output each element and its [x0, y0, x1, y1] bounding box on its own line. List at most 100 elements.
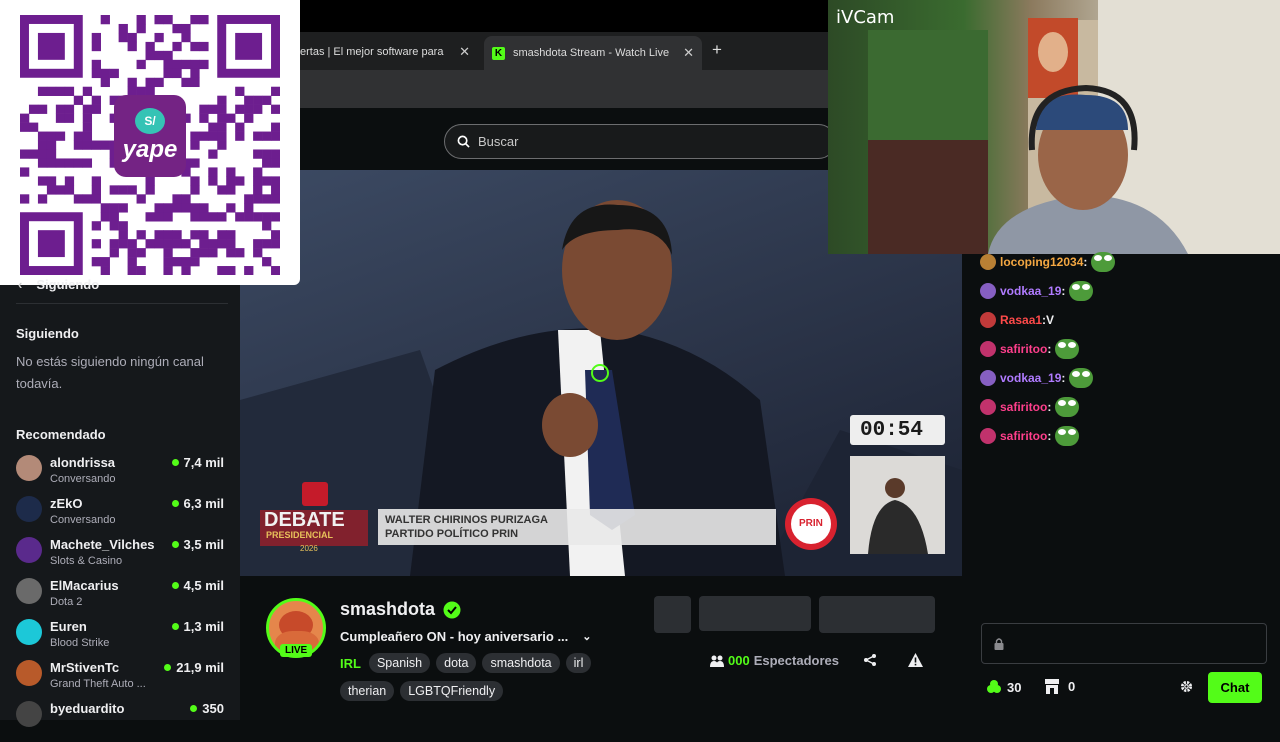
points-display[interactable]: 30 [986, 679, 1021, 695]
tag[interactable]: therian [340, 681, 395, 701]
user-badge-icon [980, 253, 996, 270]
viewer-count-text: 21,9 mil [176, 660, 224, 675]
live-dot-icon [171, 500, 179, 507]
share-icon[interactable] [863, 653, 877, 672]
sidebar-following-header[interactable]: ‹ Siguiendo [18, 277, 99, 292]
close-icon[interactable]: ✕ [459, 44, 470, 60]
send-chat-button[interactable]: Chat [1208, 672, 1262, 703]
avatar [16, 701, 42, 727]
stream-title: Cumpleañero ON - hoy aniversario ... [340, 629, 569, 644]
sidebar-channel-item[interactable]: ElMacarius Dota 2 4,5 mil [16, 578, 224, 619]
subscribe-button-placeholder[interactable] [819, 596, 935, 633]
yape-logo: S/ yape [114, 95, 186, 177]
viewer-count: 21,9 mil [164, 660, 224, 675]
browser-tab-kick[interactable]: K smashdota Stream - Watch Live ✕ [484, 36, 702, 70]
lower-third-party: PARTIDO POLÍTICO PRIN [385, 528, 519, 540]
pepe-emote-icon [1055, 338, 1080, 359]
report-icon[interactable] [908, 653, 923, 672]
gear-icon[interactable] [1180, 680, 1193, 698]
chat-username[interactable]: vodkaa_19 [1000, 371, 1061, 385]
pepe-emote-icon [1091, 251, 1116, 272]
chat-message: vodkaa_19: [980, 363, 1270, 392]
lower-third-name: WALTER CHIRINOS PURIZAGA [385, 514, 548, 526]
channel-text: Euren Blood Strike [50, 619, 109, 651]
chat-messages: locoping12034: vodkaa_19: Rasaa1: Vsafirit… [980, 247, 1270, 450]
sidebar-channel-item[interactable]: MrStivenTc Grand Theft Auto ... 21,9 mil [16, 660, 224, 701]
chat-username[interactable]: safiritoo [1000, 429, 1047, 443]
tag[interactable]: smashdota [482, 653, 560, 673]
chat-message: locoping12034: [980, 247, 1270, 276]
webcam-label: iVCam [836, 7, 895, 28]
chat-username[interactable]: vodkaa_19 [1000, 284, 1061, 298]
sidebar-channel-item[interactable]: alondrissa Conversando 7,4 mil [16, 455, 224, 496]
chat-message: Rasaa1: V [980, 305, 1270, 334]
chat-username[interactable]: locoping12034 [1000, 255, 1083, 269]
search-input[interactable]: Buscar [444, 124, 836, 159]
debate-timer: 00:54 [860, 419, 924, 442]
chat-message: safiritoo: [980, 334, 1270, 363]
tag[interactable]: LGBTQFriendly [400, 681, 504, 701]
viewer-count-number: 000 [728, 653, 750, 668]
action-button-placeholder[interactable] [654, 596, 691, 633]
chat-username[interactable]: Rasaa1 [1000, 313, 1042, 327]
live-dot-icon [171, 541, 179, 548]
drops-count: 0 [1068, 679, 1076, 694]
address-bar[interactable] [240, 70, 840, 108]
browser-tab-software[interactable]: ertas | El mejor software para ✕ [300, 38, 478, 66]
search-placeholder: Buscar [478, 134, 519, 149]
new-tab-button[interactable]: + [712, 40, 722, 60]
chat-username[interactable]: safiritoo [1000, 400, 1047, 414]
yape-qr-code: S/ yape [0, 0, 300, 285]
tab-title: ertas | El mejor software para [300, 46, 444, 58]
channel-category: Slots & Casino [50, 555, 123, 567]
party-logo: PRIN [799, 518, 823, 529]
avatar [16, 660, 42, 686]
follow-button-placeholder[interactable] [699, 596, 811, 631]
webcam-overlay: iVCam [828, 0, 1280, 254]
avatar [16, 619, 42, 645]
sidebar-channel-item[interactable]: Euren Blood Strike 1,3 mil [16, 619, 224, 660]
viewer-count: 1,3 mil [171, 619, 224, 634]
close-icon[interactable]: ✕ [683, 45, 694, 61]
channel-name[interactable]: smashdota [340, 599, 435, 620]
debate-label: DEBATE [264, 509, 345, 531]
kick-favicon-icon: K [492, 46, 505, 60]
tag[interactable]: dota [436, 653, 477, 673]
sidebar-channel-item[interactable]: byeduardito 350 [16, 701, 224, 742]
recommended-title: Recomendado [16, 427, 106, 442]
channel-category: Conversando [50, 514, 116, 526]
chat-input[interactable] [981, 623, 1267, 664]
tab-title: smashdota Stream - Watch Live [513, 47, 670, 59]
viewer-count-text: 4,5 mil [183, 578, 224, 593]
drops-display[interactable]: 0 [1044, 679, 1075, 694]
channel-category: Blood Strike [50, 637, 110, 649]
channel-name: ElMacarius [50, 578, 119, 593]
channel-info: LIVE smashdota Cumpleañero ON - hoy aniv… [240, 576, 962, 720]
viewer-count-text: 1,3 mil [183, 619, 224, 634]
chevron-icon: ‹ [18, 277, 23, 292]
chevron-down-icon[interactable]: ⌄ [582, 630, 591, 643]
chat-colon: : [1083, 254, 1088, 269]
avatar [16, 496, 42, 522]
pepe-emote-icon [1055, 396, 1080, 417]
tag[interactable]: irl [565, 653, 592, 673]
channel-name: zEkO [50, 496, 83, 511]
debate-year: 2026 [300, 544, 318, 553]
sidebar-channel-item[interactable]: Machete_Vilches Slots & Casino 3,5 mil [16, 537, 224, 578]
viewer-count: 350 [190, 701, 224, 716]
chat-message: safiritoo: [980, 392, 1270, 421]
channel-name-row: smashdota [340, 599, 461, 620]
channel-category: Conversando [50, 473, 116, 485]
chat-message: vodkaa_19: [980, 276, 1270, 305]
lock-icon [994, 637, 1004, 650]
chat-username[interactable]: safiritoo [1000, 342, 1047, 356]
channel-text: Machete_Vilches Slots & Casino [50, 537, 155, 569]
sidebar-channel-item[interactable]: zEkO Conversando 6,3 mil [16, 496, 224, 537]
tag[interactable]: Spanish [368, 653, 431, 673]
stream-title-row[interactable]: Cumpleañero ON - hoy aniversario ... ⌄ [340, 629, 592, 644]
category-link[interactable]: IRL [340, 656, 361, 671]
chat-panel: locoping12034: vodkaa_19: Rasaa1: Vsafirit… [962, 251, 1280, 720]
user-badge-icon [980, 340, 996, 357]
channel-text: alondrissa Conversando [50, 455, 115, 487]
user-badge-icon [980, 427, 996, 444]
